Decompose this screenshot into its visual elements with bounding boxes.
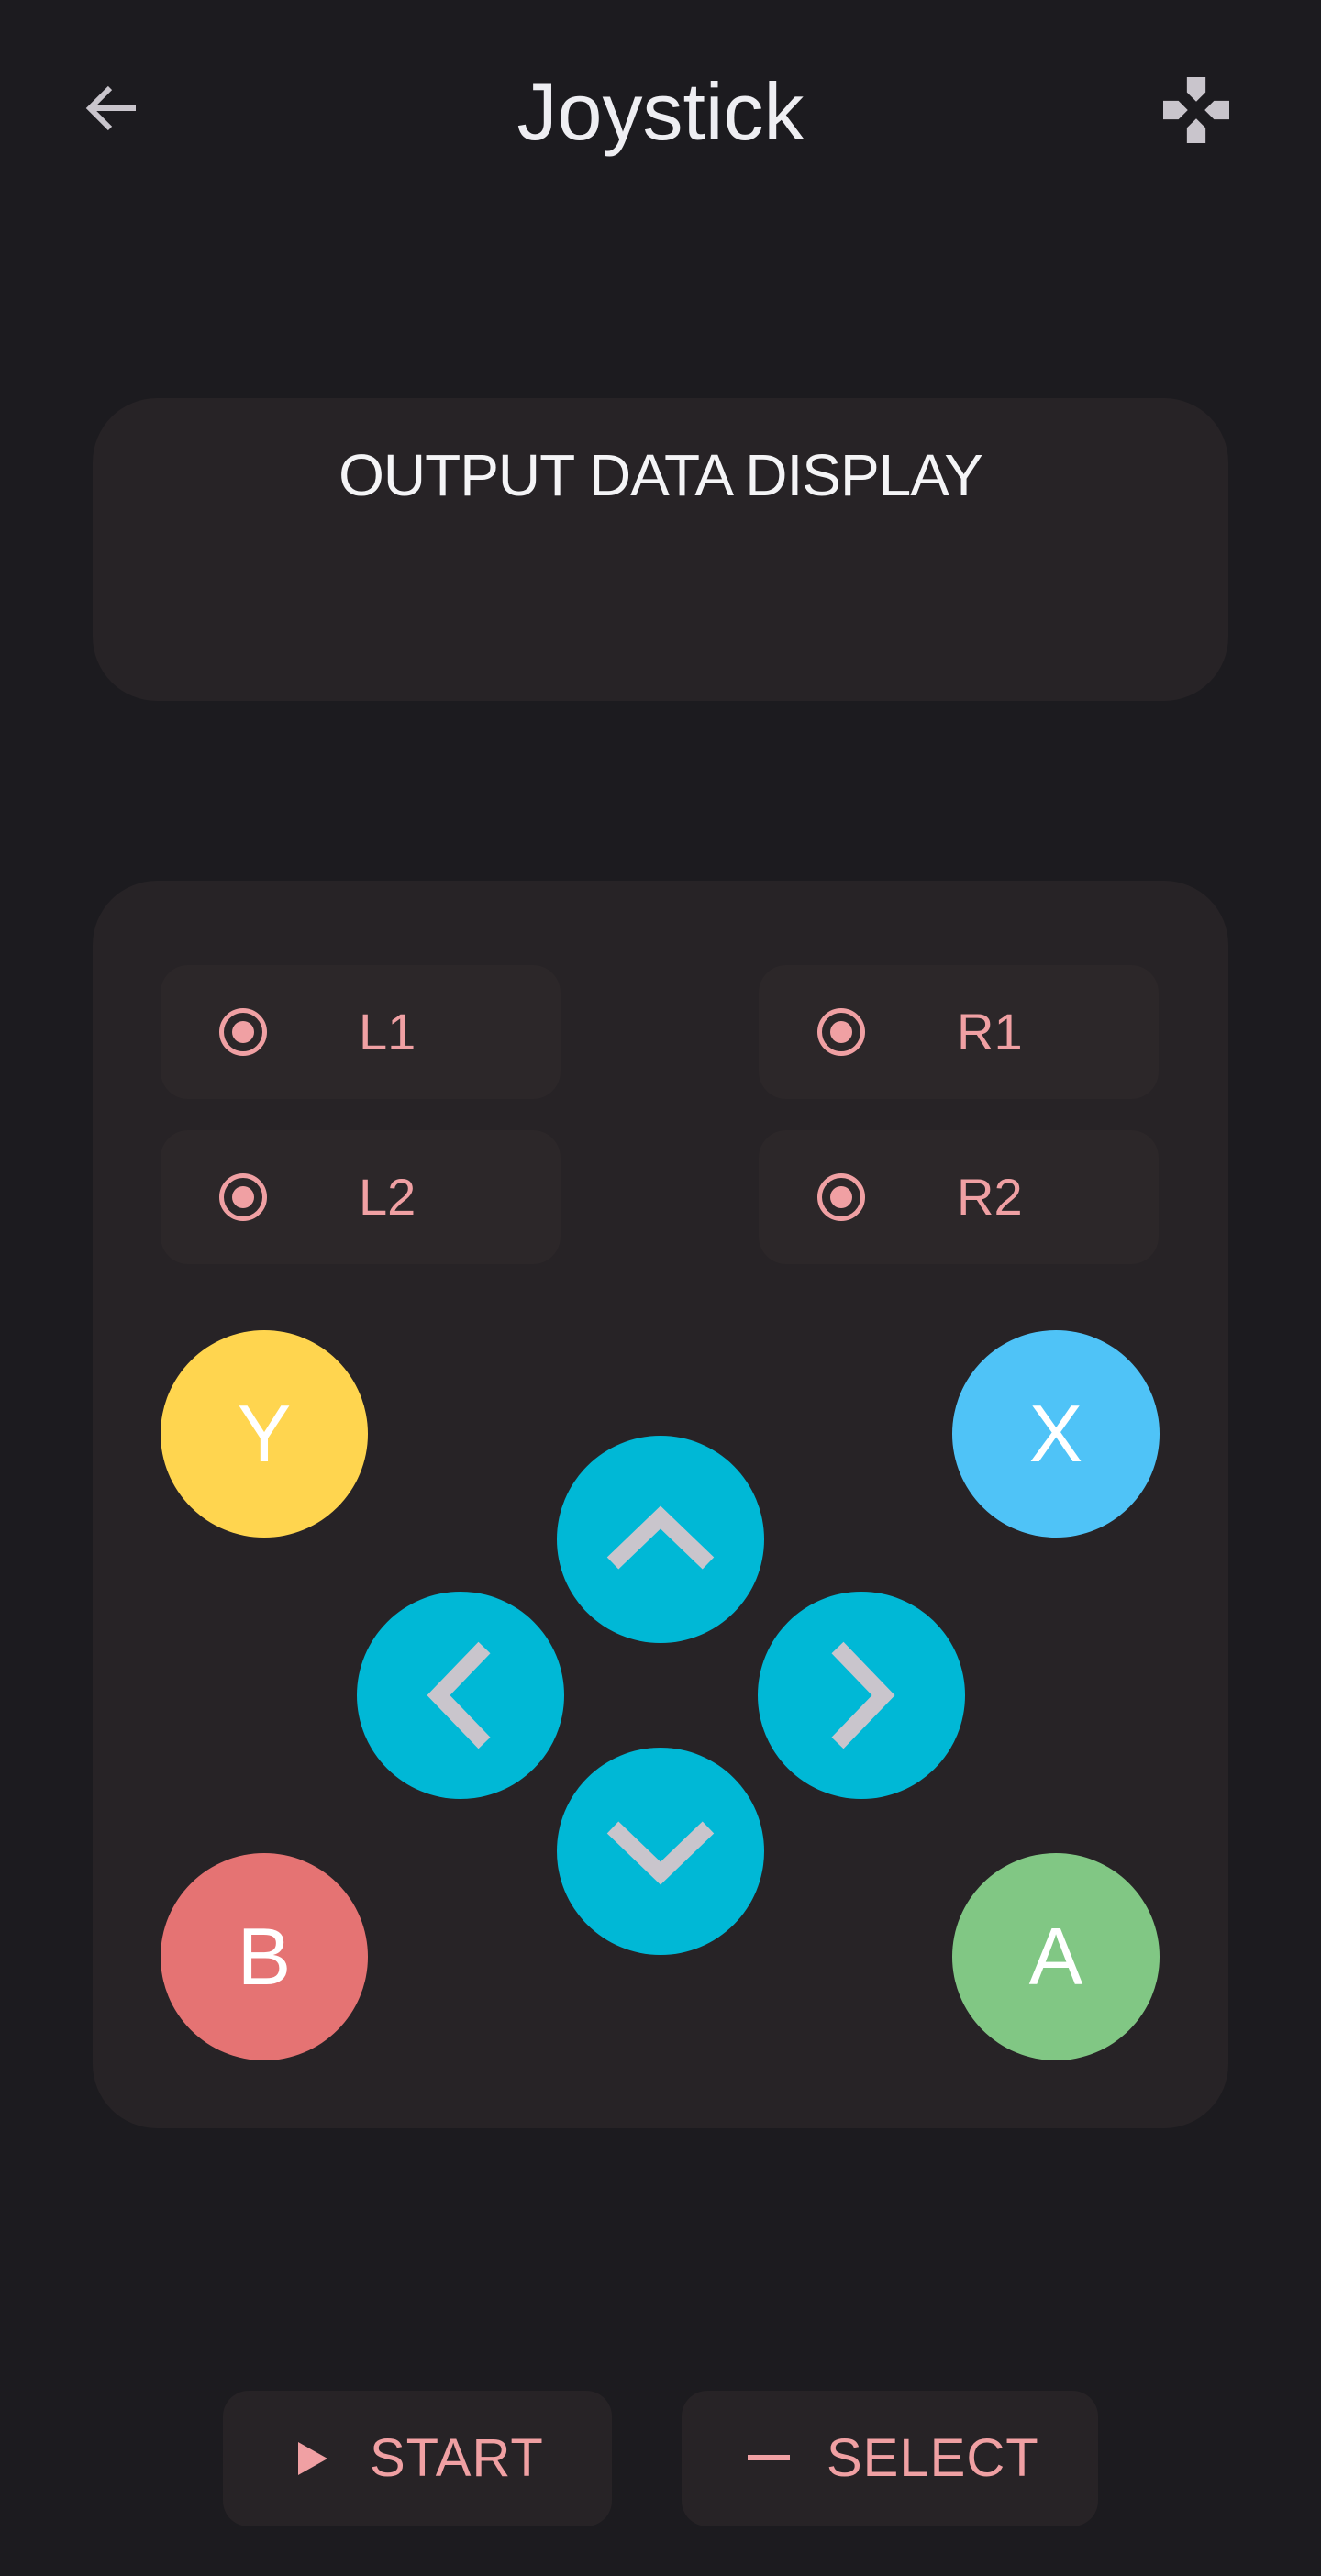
a-button[interactable]: A bbox=[952, 1853, 1160, 2060]
select-label: SELECT bbox=[827, 2428, 1039, 2488]
r2-button[interactable]: R2 bbox=[759, 1130, 1159, 1264]
l2-label: L2 bbox=[359, 1168, 416, 1226]
chevron-down-icon bbox=[606, 1821, 715, 1885]
b-button[interactable]: B bbox=[161, 1853, 368, 2060]
l2-button[interactable]: L2 bbox=[161, 1130, 561, 1264]
select-button[interactable]: SELECT bbox=[682, 2391, 1098, 2526]
gamepad-button[interactable] bbox=[1163, 73, 1229, 147]
chevron-right-icon bbox=[831, 1641, 895, 1749]
r1-label: R1 bbox=[957, 1003, 1023, 1060]
dpad-up-button[interactable] bbox=[557, 1436, 764, 1643]
radio-icon bbox=[817, 1173, 865, 1221]
start-label: START bbox=[370, 2428, 544, 2488]
l1-label: L1 bbox=[359, 1003, 416, 1060]
gamepad-icon bbox=[1163, 77, 1229, 143]
y-button[interactable]: Y bbox=[161, 1330, 368, 1538]
output-data-title: OUTPUT DATA DISPLAY bbox=[339, 442, 983, 508]
r1-button[interactable]: R1 bbox=[759, 965, 1159, 1099]
radio-icon bbox=[817, 1008, 865, 1056]
page-title: Joystick bbox=[516, 66, 805, 157]
chevron-left-icon bbox=[427, 1641, 491, 1749]
start-button[interactable]: START bbox=[223, 2391, 612, 2526]
minus-icon bbox=[748, 2455, 790, 2460]
x-button[interactable]: X bbox=[952, 1330, 1160, 1538]
radio-icon bbox=[219, 1008, 267, 1056]
dpad-right-button[interactable] bbox=[758, 1592, 965, 1799]
r2-label: R2 bbox=[957, 1168, 1023, 1226]
radio-icon bbox=[219, 1173, 267, 1221]
dpad-down-button[interactable] bbox=[557, 1748, 764, 1955]
l1-button[interactable]: L1 bbox=[161, 965, 561, 1099]
dpad-left-button[interactable] bbox=[357, 1592, 564, 1799]
chevron-up-icon bbox=[606, 1505, 715, 1570]
play-icon bbox=[298, 2442, 327, 2475]
